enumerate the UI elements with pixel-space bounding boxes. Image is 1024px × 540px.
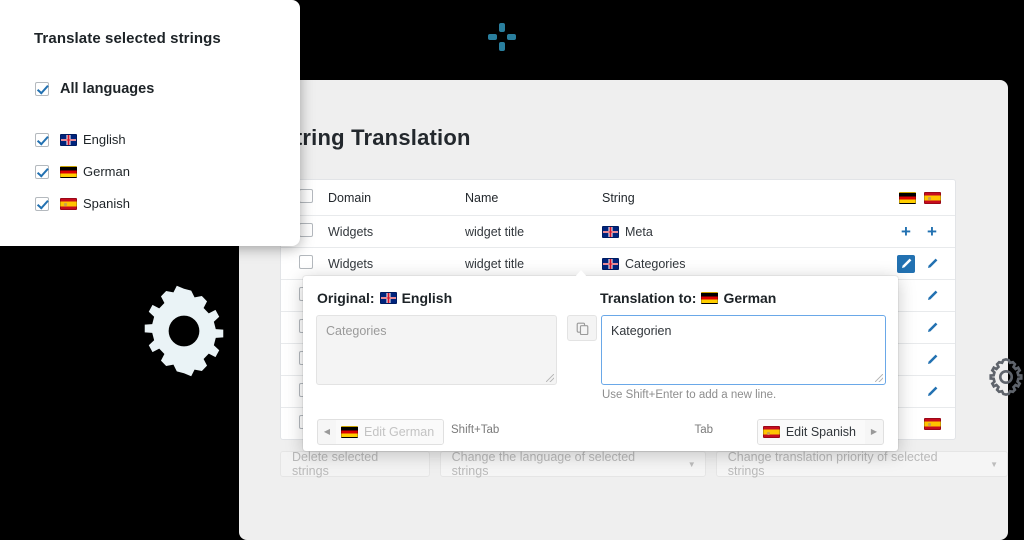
spanish-label: Spanish [83, 196, 130, 211]
copy-original-button[interactable] [567, 315, 597, 341]
shift-enter-hint: Use Shift+Enter to add a new line. [602, 389, 777, 401]
checkbox-row-english[interactable]: English [35, 132, 126, 147]
checkbox-row-spanish[interactable]: Spanish [35, 196, 130, 211]
original-language-label: Original: English [317, 290, 452, 306]
column-header-string[interactable]: String [602, 191, 885, 205]
english-label: English [83, 132, 126, 147]
original-string-textarea[interactable]: Categories [316, 315, 557, 385]
translation-label-text: Translation to: [600, 290, 697, 306]
translation-language-label: Translation to: German [600, 290, 776, 306]
column-header-name[interactable]: Name [465, 191, 602, 205]
gear-icon [989, 358, 1023, 396]
plus-icon[interactable]: + [897, 223, 915, 240]
checkbox-row-german[interactable]: German [35, 164, 130, 179]
gear-icon [144, 285, 224, 377]
table-row[interactable]: Widgets widget title Meta + + [281, 215, 955, 247]
change-priority-label: Change translation priority of selected … [727, 450, 938, 478]
es-flag-icon [762, 426, 780, 438]
chevron-left-icon: ◀ [323, 427, 331, 436]
chevron-down-icon: ▼ [687, 459, 696, 469]
all-languages-checkbox[interactable] [35, 82, 49, 96]
edit-spanish-next-button[interactable]: Edit Spanish ▶ [756, 419, 884, 445]
copy-icon [576, 322, 588, 335]
english-checkbox[interactable] [35, 132, 49, 147]
original-language-name: English [401, 290, 453, 306]
change-language-label: Change the language of selected strings [451, 450, 636, 478]
row-string-cell: Meta [602, 225, 885, 239]
checkbox-row-all-languages[interactable]: All languages [35, 81, 154, 97]
plus-icon[interactable]: + [923, 223, 941, 240]
change-language-select[interactable]: Change the language of selected strings … [439, 450, 706, 478]
de-flag-icon [341, 426, 358, 438]
translation-language-name: German [723, 290, 777, 306]
row-string-cell: Categories [602, 257, 885, 271]
table-header-row: Domain Name String [281, 180, 955, 215]
row-checkbox[interactable] [299, 223, 313, 237]
spanish-checkbox[interactable] [35, 196, 49, 211]
change-priority-select[interactable]: Change translation priority of selected … [715, 450, 1008, 478]
german-label: German [83, 164, 130, 179]
chevron-down-icon: ▼ [990, 459, 998, 469]
chevron-right-icon: ▶ [870, 427, 878, 436]
row-string: Meta [625, 224, 653, 239]
next-button-label-wrap: Edit Spanish [757, 420, 865, 444]
gb-flag-icon [602, 257, 619, 270]
translate-selected-strings-card: Translate selected strings All languages… [0, 0, 300, 246]
translation-editor-popup: Original: English Translation to: German… [303, 276, 898, 451]
row-actions [885, 254, 955, 273]
row-actions: + + [885, 223, 955, 240]
row-select-cell[interactable] [281, 255, 328, 272]
es-flag-icon [60, 197, 77, 210]
all-languages-label: All languages [60, 81, 155, 97]
pencil-icon[interactable] [923, 287, 941, 305]
row-domain: Widgets [328, 256, 374, 271]
row-string: Categories [625, 256, 686, 271]
prev-button-label: Edit German [364, 425, 435, 439]
original-label-text: Original: [317, 290, 375, 306]
bulk-actions-toolbar: Delete selected strings Change the langu… [280, 450, 1008, 478]
card-title: Translate selected strings [34, 30, 221, 47]
translation-textarea[interactable]: Kategorien [601, 315, 886, 385]
select-all-checkbox[interactable] [299, 189, 313, 203]
next-button-label: Edit Spanish [785, 425, 856, 439]
column-header-domain[interactable]: Domain [328, 191, 465, 205]
de-flag-icon [899, 191, 916, 204]
prev-shortcut-hint: Shift+Tab [451, 424, 500, 436]
de-flag-icon [60, 165, 77, 178]
row-checkbox[interactable] [299, 255, 313, 269]
gb-flag-icon [60, 133, 77, 146]
gb-flag-icon [379, 292, 397, 304]
page-title: String Translation [280, 125, 471, 150]
es-flag-icon [924, 417, 941, 430]
pencil-active-icon[interactable] [897, 254, 915, 273]
german-checkbox[interactable] [35, 164, 49, 179]
pencil-icon[interactable] [923, 351, 941, 369]
de-flag-icon [701, 292, 719, 304]
table-row[interactable]: Widgets widget title Categories [281, 247, 955, 279]
pencil-icon[interactable] [923, 255, 941, 273]
es-flag-icon [924, 191, 941, 204]
row-domain: Widgets [328, 224, 374, 239]
pencil-icon[interactable] [923, 383, 941, 401]
column-header-language-flags [885, 191, 955, 204]
next-shortcut-hint: Tab [694, 424, 713, 436]
loading-spinner-icon [487, 22, 517, 52]
edit-german-prev-button[interactable]: ◀ Edit German [317, 419, 445, 445]
gb-flag-icon [602, 225, 619, 238]
pencil-icon[interactable] [923, 319, 941, 337]
delete-selected-strings-button[interactable]: Delete selected strings [280, 450, 430, 478]
prev-button-label-wrap: Edit German [336, 420, 444, 444]
row-name: widget title [465, 256, 525, 271]
row-name: widget title [465, 224, 525, 239]
